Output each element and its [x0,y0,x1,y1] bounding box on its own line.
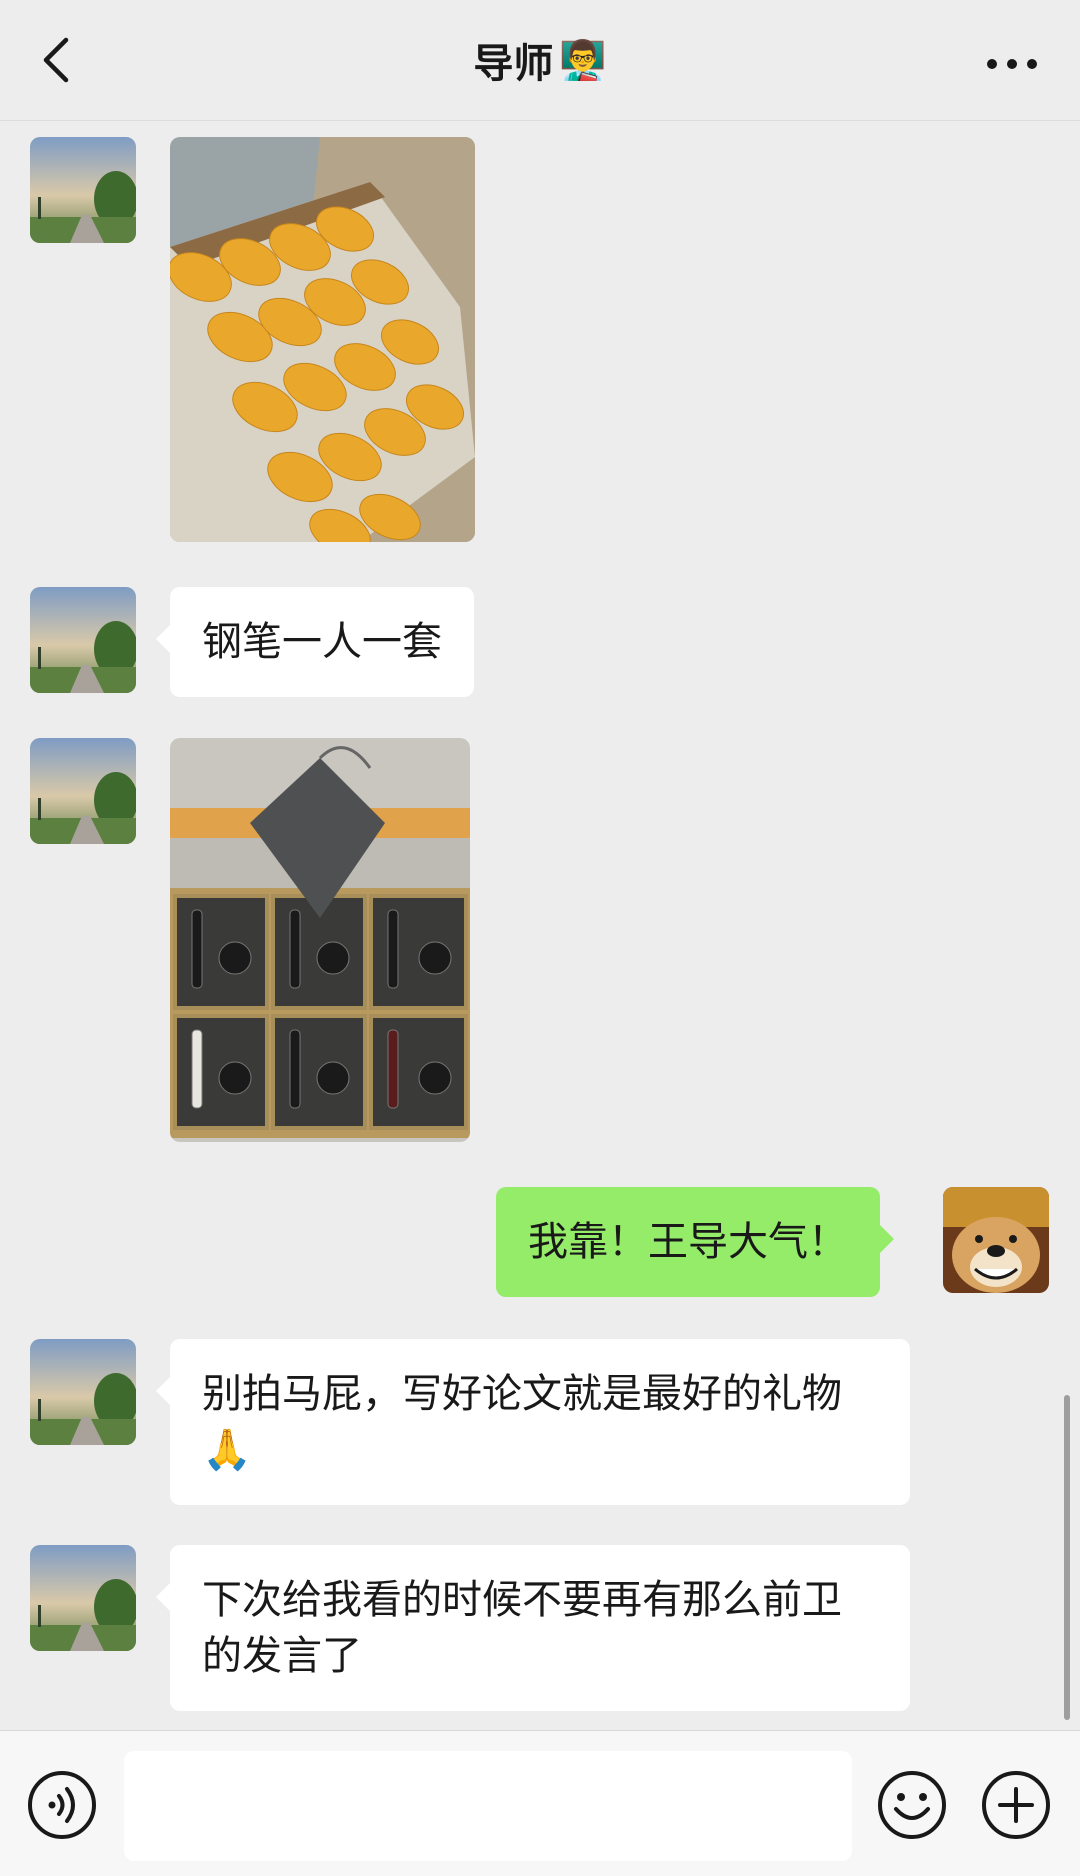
more-button[interactable] [984,44,1040,84]
message-text: 我靠！王导大气！ [528,1219,848,1265]
contact-avatar[interactable] [30,587,136,693]
shiba-dog-avatar-image [943,1187,1049,1293]
input-bar [0,1730,1080,1876]
plus-icon [982,1771,1050,1839]
more-dots-icon [987,59,1037,69]
message-text: 别拍马屁，写好论文就是最好的礼物🙏 [202,1371,842,1473]
top-bar: 导师 👨‍🏫 [0,0,1080,121]
message-bubble-received[interactable]: 别拍马屁，写好论文就是最好的礼物🙏 [156,1339,910,1505]
chevron-left-icon [43,37,69,83]
landscape-avatar-image [30,137,136,243]
landscape-avatar-image [30,587,136,693]
message-text: 钢笔一人一套 [202,619,442,665]
voice-icon [28,1771,96,1839]
fountain-pen-gift-sets-photo[interactable] [170,738,470,1142]
message-bubble-received[interactable]: 下次给我看的时候不要再有那么前卫的发言了 [156,1545,910,1711]
contact-avatar[interactable] [30,1339,136,1445]
contact-avatar[interactable] [30,137,136,243]
teacher-emoji-icon: 👨‍🏫 [559,37,607,82]
emoji-smile-icon [878,1771,946,1839]
scrollbar[interactable] [1064,1395,1070,1720]
contact-avatar[interactable] [30,738,136,844]
message-text: 下次给我看的时候不要再有那么前卫的发言了 [202,1577,842,1679]
landscape-avatar-image [30,1545,136,1651]
chat-title: 导师 [473,41,554,87]
landscape-avatar-image [30,1339,136,1445]
message-input[interactable] [124,1751,852,1861]
message-bubble-received[interactable]: 钢笔一人一套 [156,587,474,697]
contact-avatar[interactable] [30,1545,136,1651]
pen-sets-photo-image [170,738,470,1142]
mango-box-photo[interactable] [170,137,475,542]
self-avatar[interactable] [943,1187,1049,1293]
mango-photo-image [170,137,475,542]
more-functions-button[interactable] [980,1769,1052,1841]
landscape-avatar-image [30,738,136,844]
back-button[interactable] [36,34,80,86]
voice-button[interactable] [26,1769,98,1841]
message-bubble-sent[interactable]: 我靠！王导大气！ [496,1187,894,1297]
emoji-button[interactable] [876,1769,948,1841]
